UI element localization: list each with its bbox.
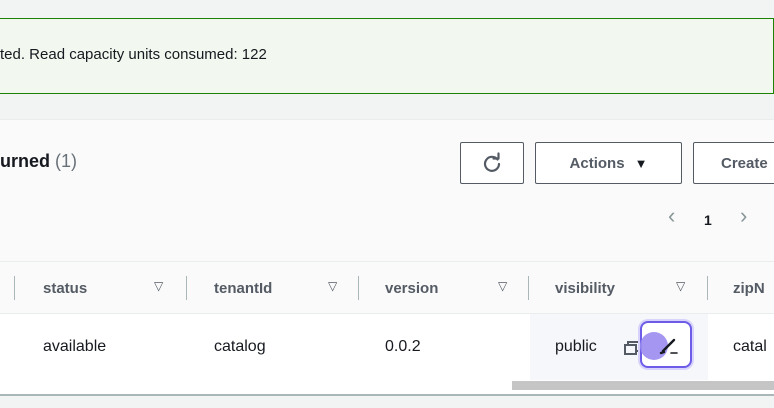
column-separator [14, 276, 15, 300]
banner-message: ted. Read capacity units consumed: 122 [0, 46, 267, 63]
page-bottom [0, 396, 774, 408]
sort-icon[interactable]: ▽ [328, 279, 337, 293]
success-banner: ted. Read capacity units consumed: 122 [0, 18, 774, 94]
sort-icon[interactable]: ▽ [154, 279, 163, 293]
column-separator[interactable] [186, 276, 187, 300]
column-header-tenantid[interactable]: tenantId [214, 262, 272, 314]
next-page-icon[interactable]: › [740, 203, 747, 229]
column-label: zipN [733, 279, 765, 297]
cell-version: 0.0.2 [385, 338, 421, 355]
column-header-visibility[interactable]: visibility [555, 262, 615, 314]
create-label: Create [721, 154, 768, 172]
column-header-status[interactable]: status [43, 262, 87, 314]
cell-tenantid: catalog [214, 338, 266, 355]
refresh-button[interactable] [460, 142, 524, 184]
column-separator[interactable] [528, 276, 529, 300]
panel-item-count: (1) [55, 151, 78, 171]
sort-icon[interactable]: ▽ [676, 279, 685, 293]
table-header: status ▽ tenantId ▽ version ▽ visibility… [0, 261, 774, 314]
column-label: status [43, 279, 88, 297]
cell-status: available [43, 338, 107, 355]
column-header-zipn[interactable]: zipN [733, 262, 765, 314]
column-header-version[interactable]: version [385, 262, 438, 314]
column-label: visibility [555, 279, 616, 297]
items-panel: urned (1) Actions ▼ Create ‹ 1 › status … [0, 119, 774, 408]
scrollbar-thumb[interactable] [512, 381, 774, 390]
create-button[interactable]: Create [693, 142, 774, 184]
column-label: tenantId [214, 279, 273, 297]
cell-visibility: public [555, 338, 597, 355]
refresh-icon [483, 152, 501, 172]
copy-icon[interactable] [624, 341, 640, 355]
panel-header: urned (1) Actions ▼ Create ‹ 1 › [0, 120, 774, 261]
actions-button[interactable]: Actions ▼ [535, 142, 682, 184]
column-separator[interactable] [707, 276, 708, 300]
pencil-icon [659, 338, 678, 355]
caret-down-icon: ▼ [634, 155, 648, 171]
sort-icon[interactable]: ▽ [498, 279, 507, 293]
edit-button[interactable] [640, 321, 692, 368]
panel-title: urned (1) [0, 151, 77, 172]
panel-title-text: urned [0, 151, 51, 171]
current-page[interactable]: 1 [704, 212, 712, 228]
column-separator[interactable] [358, 276, 359, 300]
page-gap [0, 95, 774, 119]
prev-page-icon[interactable]: ‹ [668, 203, 675, 229]
cell-zipn: catal [733, 338, 767, 355]
top-strip [0, 0, 774, 18]
actions-label: Actions [569, 154, 625, 172]
column-label: version [385, 279, 439, 297]
